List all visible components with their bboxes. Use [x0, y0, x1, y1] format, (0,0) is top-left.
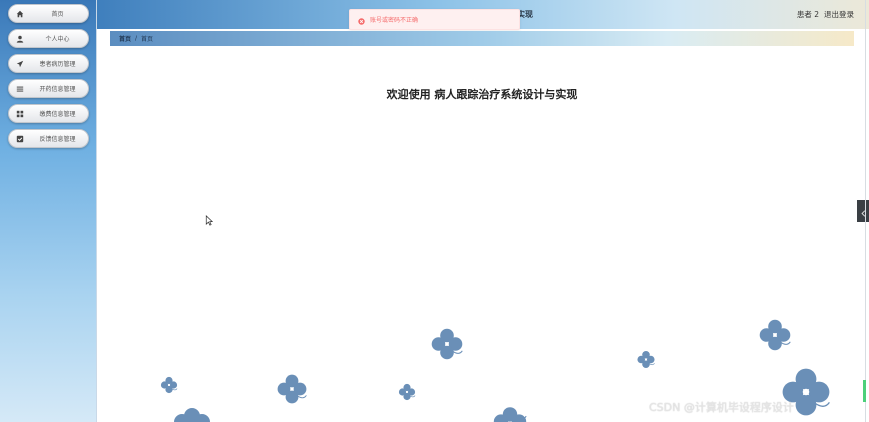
- error-circle-icon: [358, 10, 365, 29]
- sidebar-item-payments[interactable]: 缴费信息管理: [8, 104, 89, 123]
- sidebar-item-label: 首页: [51, 11, 64, 18]
- clover-flower-icon: [174, 408, 210, 422]
- mouse-cursor-icon: [205, 215, 213, 226]
- sidebar-item-label: 个人中心: [45, 36, 70, 43]
- clover-flower-icon: [398, 383, 416, 401]
- grid-icon: [9, 110, 31, 118]
- checkbox-icon: [9, 135, 31, 143]
- clover-flower-icon: [277, 374, 307, 404]
- clover-flower-icon: [431, 328, 463, 360]
- home-icon: [9, 10, 31, 18]
- sidebar: 首页 个人中心 患者病历管理 开药信息管理 缴费信息管理 反馈信息管理: [0, 0, 97, 422]
- sidebar-item-feedback[interactable]: 反馈信息管理: [8, 129, 89, 148]
- error-message: 账号或密码不正确: [349, 9, 520, 30]
- sidebar-item-medical-records[interactable]: 患者病历管理: [8, 54, 89, 73]
- breadcrumb-home[interactable]: 首页: [119, 34, 131, 43]
- clover-flower-icon: [637, 350, 655, 369]
- breadcrumb-separator: /: [135, 35, 138, 42]
- user-icon: [9, 35, 31, 43]
- clover-flower-icon: [493, 407, 527, 422]
- sidebar-item-label: 反馈信息管理: [39, 136, 76, 143]
- sidebar-item-prescriptions[interactable]: 开药信息管理: [8, 79, 89, 98]
- logout-link[interactable]: 退出登录: [824, 9, 854, 20]
- watermark: CSDN @计算机毕设程序设计: [649, 401, 794, 414]
- breadcrumb-current: 首页: [141, 36, 154, 43]
- sidebar-item-label: 开药信息管理: [39, 86, 76, 93]
- clover-flower-icon: [160, 376, 178, 394]
- page-edge: [865, 0, 866, 422]
- sidebar-item-label: 患者病历管理: [39, 61, 76, 68]
- user-area: 患者 2 退出登录: [797, 9, 854, 20]
- send-icon: [9, 60, 31, 68]
- collapse-panel-button[interactable]: [857, 200, 869, 222]
- breadcrumb: 首页 / 首页: [110, 31, 854, 46]
- welcome-heading: 欢迎使用 病人跟踪治疗系统设计与实现: [386, 88, 578, 101]
- sidebar-item-home[interactable]: 首页: [8, 4, 89, 23]
- clover-flower-icon: [759, 319, 791, 351]
- error-text: 账号或密码不正确: [370, 17, 419, 24]
- list-icon: [9, 85, 31, 93]
- user-name: 患者 2: [796, 10, 819, 19]
- sidebar-item-personal-center[interactable]: 个人中心: [8, 29, 89, 48]
- scroll-indicator: [863, 380, 866, 402]
- sidebar-item-label: 缴费信息管理: [39, 111, 76, 118]
